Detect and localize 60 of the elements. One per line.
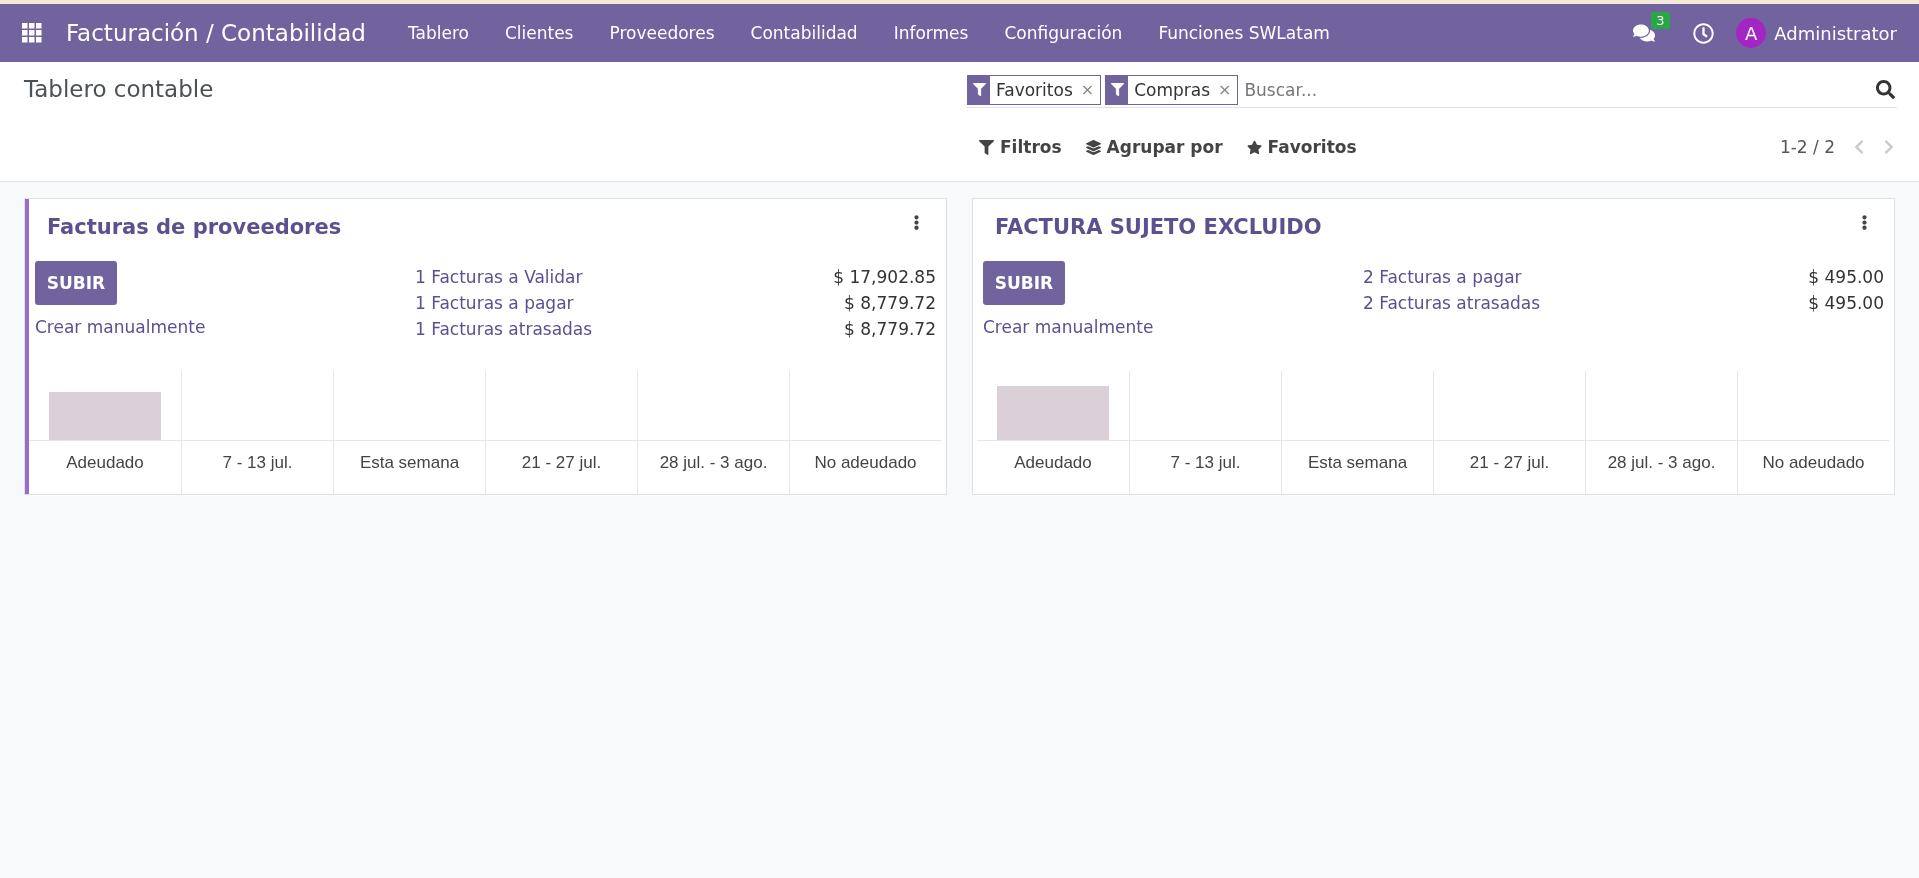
filter-icon [968, 75, 990, 104]
star-icon [1246, 139, 1262, 155]
invoice-count-link[interactable]: 1 Facturas atrasadas [415, 319, 593, 339]
chat-icon[interactable] [1633, 22, 1656, 44]
message-count-badge: 3 [1651, 12, 1670, 29]
invoice-count-link[interactable]: 1 Facturas a pagar [415, 293, 574, 313]
card-title[interactable]: Facturas de proveedores [47, 215, 342, 239]
invoice-amount: $ 495.00 [1808, 293, 1884, 313]
chart-label: Esta semana [1306, 452, 1409, 473]
chart-label: Esta semana [358, 452, 461, 473]
upload-button[interactable]: SUBIR [35, 261, 117, 305]
clock-icon[interactable] [1693, 22, 1715, 44]
search-panel-button[interactable]: Filtros [967, 137, 1074, 157]
create-manually-link[interactable]: Crear manualmente [35, 317, 415, 337]
search-panel-button[interactable]: Agrupar por [1073, 137, 1235, 157]
chart-label: 28 jul. - 3 ago. [658, 452, 769, 473]
user-avatar: A [1736, 18, 1767, 48]
search-icon[interactable] [1876, 80, 1895, 99]
chart-label: Adeudado [1013, 452, 1093, 473]
chart-label: Adeudado [65, 452, 145, 473]
search-facet[interactable]: Favoritos × [967, 74, 1102, 105]
chart-label: 7 - 13 jul. [1169, 452, 1242, 473]
menu-item[interactable]: Contabilidad [732, 23, 876, 43]
invoice-count-link[interactable]: 2 Facturas atrasadas [1363, 293, 1541, 313]
app-title[interactable]: Facturación / Contabilidad [66, 20, 366, 46]
pager-value[interactable]: 1-2 / 2 [1779, 137, 1835, 157]
menu-item[interactable]: Clientes [486, 23, 592, 43]
create-manually-link[interactable]: Crear manualmente [983, 317, 1363, 337]
apps-grid-icon[interactable] [22, 23, 42, 43]
menu-item[interactable]: Tablero [389, 23, 487, 43]
invoice-count-link[interactable]: 1 Facturas a Validar [415, 267, 583, 287]
menu-item[interactable]: Funciones SWLatam [1140, 23, 1348, 43]
chart-label: 21 - 27 jul. [520, 452, 603, 473]
chart-label: 7 - 13 jul. [221, 452, 294, 473]
facet-label: Favoritos [995, 79, 1073, 100]
search-panel-button[interactable]: Favoritos [1234, 137, 1369, 157]
remove-facet-button[interactable]: × [1218, 80, 1232, 99]
invoice-count-link[interactable]: 2 Facturas a pagar [1363, 267, 1522, 287]
card-title[interactable]: FACTURA SUJETO EXCLUIDO [995, 215, 1322, 239]
page-title: Tablero contable [24, 75, 215, 104]
search-facet[interactable]: Compras × [1105, 74, 1239, 105]
facet-label: Compras [1133, 79, 1211, 100]
invoice-amount: $ 17,902.85 [833, 267, 936, 287]
upload-button[interactable]: SUBIR [983, 261, 1065, 305]
menu-item[interactable]: Informes [875, 23, 987, 43]
user-name: Administrator [1774, 22, 1897, 44]
menu-item[interactable]: Proveedores [591, 23, 733, 43]
user-menu[interactable]: A Administrator [1736, 18, 1897, 48]
filter-icon [979, 139, 994, 155]
chart-label: No adeudado [1761, 452, 1866, 473]
layers-icon [1085, 139, 1101, 155]
menu-item[interactable]: Configuración [986, 23, 1141, 43]
filter-icon [1106, 75, 1129, 104]
invoice-amount: $ 8,779.72 [844, 319, 936, 339]
chart-label: 28 jul. - 3 ago. [1606, 452, 1717, 473]
chart-label: No adeudado [813, 452, 918, 473]
invoice-amount: $ 495.00 [1808, 267, 1884, 287]
chart-label: 21 - 27 jul. [1468, 452, 1551, 473]
invoice-amount: $ 8,779.72 [844, 293, 936, 313]
remove-facet-button[interactable]: × [1080, 80, 1095, 99]
